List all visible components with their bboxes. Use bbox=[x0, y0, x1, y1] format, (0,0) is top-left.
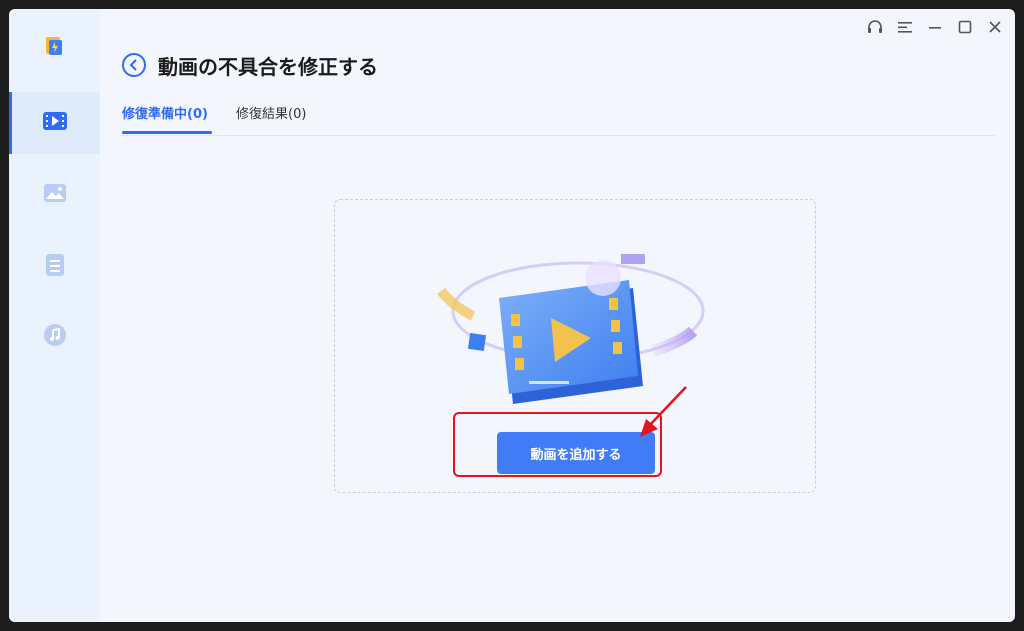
sidebar-item-video[interactable] bbox=[9, 92, 100, 154]
sidebar bbox=[9, 9, 100, 622]
sidebar-item-music[interactable] bbox=[9, 306, 100, 368]
sidebar-item-image[interactable] bbox=[9, 164, 100, 226]
tab-preparing[interactable]: 修復準備中(0) bbox=[122, 103, 208, 122]
window-controls bbox=[865, 17, 1005, 37]
headset-icon[interactable] bbox=[865, 17, 885, 37]
page-title: 動画の不具合を修正する bbox=[158, 55, 378, 79]
document-icon bbox=[45, 253, 65, 281]
image-icon bbox=[43, 183, 67, 207]
chevron-left-icon bbox=[129, 56, 139, 75]
maximize-icon[interactable] bbox=[955, 17, 975, 37]
app-logo-icon bbox=[43, 35, 65, 57]
sidebar-item-document[interactable] bbox=[9, 236, 100, 298]
active-tab-indicator bbox=[122, 131, 212, 134]
minimize-icon[interactable] bbox=[925, 17, 945, 37]
video-icon bbox=[42, 110, 68, 136]
tab-results[interactable]: 修復結果(0) bbox=[236, 103, 306, 122]
arrow-annotation-icon bbox=[620, 375, 690, 445]
app-window: 動画の不具合を修正する 修復準備中(0) 修復結果(0) 動画を追加する bbox=[9, 9, 1015, 622]
tab-bar: 修復準備中(0) 修復結果(0) bbox=[122, 101, 995, 136]
close-icon[interactable] bbox=[985, 17, 1005, 37]
back-button[interactable] bbox=[122, 53, 146, 77]
music-icon bbox=[43, 323, 67, 351]
menu-icon[interactable] bbox=[895, 17, 915, 37]
main-panel: 動画の不具合を修正する 修復準備中(0) 修復結果(0) 動画を追加する bbox=[100, 9, 1015, 622]
